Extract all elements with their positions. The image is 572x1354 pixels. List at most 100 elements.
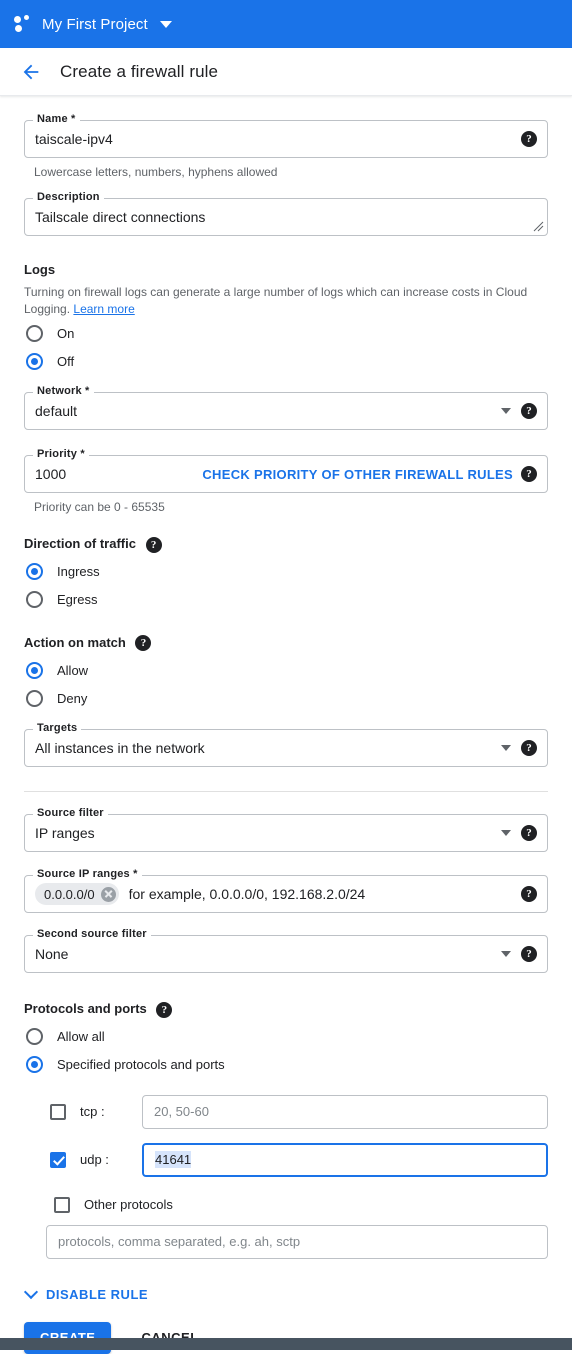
tcp-row: tcp : 20, 50-60: [24, 1094, 548, 1129]
protocols-radio-specified[interactable]: Specified protocols and ports: [24, 1052, 548, 1078]
help-icon[interactable]: ?: [521, 946, 537, 963]
help-icon[interactable]: ?: [521, 403, 537, 419]
source-ip-ranges-label: Source IP ranges *: [33, 868, 142, 881]
tcp-label: tcp :: [80, 1104, 105, 1120]
name-input[interactable]: taiscale-ipv4: [35, 131, 513, 147]
action-radio-allow[interactable]: Allow: [24, 657, 548, 683]
check-priority-button[interactable]: CHECK PRIORITY OF OTHER FIREWALL RULES: [202, 467, 513, 482]
second-source-filter-select-value[interactable]: None: [35, 946, 495, 962]
network-field[interactable]: Network * default ?: [24, 385, 548, 430]
page-header: Create a firewall rule: [0, 48, 572, 96]
footer-bar: [0, 1338, 572, 1350]
disable-rule-label: DISABLE RULE: [46, 1286, 149, 1302]
priority-field-hint: Priority can be 0 - 65535: [34, 500, 165, 514]
action-section: Action on match ?: [24, 635, 548, 652]
direction-radio-egress[interactable]: Egress: [24, 587, 548, 613]
priority-field[interactable]: Priority * 1000 CHECK PRIORITY OF OTHER …: [24, 448, 548, 493]
close-circle-icon[interactable]: [100, 886, 116, 902]
radio-icon[interactable]: [26, 1028, 43, 1046]
help-icon[interactable]: ?: [156, 1001, 173, 1018]
disable-rule-toggle[interactable]: DISABLE RULE: [23, 1285, 548, 1302]
source-filter-label: Source filter: [33, 807, 108, 820]
description-input[interactable]: Tailscale direct connections: [35, 209, 537, 225]
other-protocols-label: Other protocols: [84, 1197, 173, 1213]
chevron-down-icon[interactable]: [501, 951, 511, 958]
logs-radio-on-label: On: [57, 325, 75, 341]
action-radio-deny-label: Deny: [57, 690, 88, 706]
udp-ports-input[interactable]: 41641: [142, 1142, 548, 1177]
logs-radio-off[interactable]: Off: [24, 348, 548, 374]
protocols-section-title: Protocols and ports: [24, 1001, 147, 1017]
radio-selected-icon[interactable]: [26, 1056, 43, 1074]
radio-selected-icon[interactable]: [26, 563, 43, 581]
description-field-label: Description: [33, 191, 104, 203]
resize-grip-icon[interactable]: [532, 220, 544, 232]
arrow-left-icon[interactable]: [20, 61, 42, 83]
other-protocols-checkbox[interactable]: [54, 1196, 70, 1213]
protocols-radio-specified-label: Specified protocols and ports: [57, 1057, 225, 1073]
protocols-section: Protocols and ports ?: [24, 1001, 548, 1018]
help-icon[interactable]: ?: [521, 886, 537, 903]
help-icon[interactable]: ?: [521, 825, 537, 842]
name-field-hint: Lowercase letters, numbers, hyphens allo…: [34, 165, 278, 179]
radio-selected-icon[interactable]: [26, 352, 43, 370]
source-filter-select-value[interactable]: IP ranges: [35, 825, 495, 841]
chevron-down-icon[interactable]: [159, 20, 172, 28]
help-icon[interactable]: ?: [135, 635, 152, 652]
second-source-filter-field[interactable]: Second source filter None ?: [24, 928, 548, 974]
udp-ports-value: 41641: [155, 1151, 192, 1169]
radio-selected-icon[interactable]: [26, 661, 43, 679]
chevron-down-icon[interactable]: [501, 745, 511, 752]
direction-radio-ingress[interactable]: Ingress: [24, 559, 548, 585]
form-content: Name * taiscale-ipv4 ? Lowercase letters…: [0, 96, 572, 1354]
priority-input[interactable]: 1000: [35, 466, 202, 482]
learn-more-link[interactable]: Learn more: [73, 302, 134, 316]
help-icon[interactable]: ?: [521, 740, 537, 757]
action-radio-allow-label: Allow: [57, 662, 89, 678]
project-selector-label[interactable]: My First Project: [42, 16, 148, 33]
name-field-label: Name *: [33, 113, 80, 125]
chevron-down-icon[interactable]: [501, 830, 511, 837]
other-protocols-row: Other protocols: [24, 1196, 548, 1213]
chevron-down-icon[interactable]: [501, 408, 511, 414]
logs-radio-on[interactable]: On: [24, 320, 548, 346]
radio-icon[interactable]: [26, 689, 43, 707]
radio-icon[interactable]: [26, 591, 43, 609]
network-select-value[interactable]: default: [35, 403, 495, 419]
targets-field[interactable]: Targets All instances in the network ?: [24, 722, 548, 768]
protocols-radio-allow-all-label: Allow all: [57, 1029, 105, 1045]
other-protocols-input[interactable]: protocols, comma separated, e.g. ah, sct…: [46, 1224, 548, 1259]
chevron-down-icon: [23, 1285, 39, 1300]
network-field-label: Network *: [33, 385, 94, 397]
name-field[interactable]: Name * taiscale-ipv4 ?: [24, 113, 548, 158]
logs-section-title: Logs: [24, 262, 56, 277]
tcp-ports-input[interactable]: 20, 50-60: [142, 1094, 548, 1129]
description-field[interactable]: Description Tailscale direct connections: [24, 191, 548, 236]
app-bar: My First Project: [0, 0, 572, 48]
source-ip-ranges-field[interactable]: Source IP ranges * 0.0.0.0/0 for example…: [24, 868, 548, 914]
project-dots-icon: [14, 14, 34, 34]
targets-select-value[interactable]: All instances in the network: [35, 740, 495, 756]
help-icon[interactable]: ?: [521, 466, 537, 482]
udp-label: udp :: [80, 1152, 109, 1168]
udp-checkbox[interactable]: [50, 1151, 66, 1168]
radio-icon[interactable]: [26, 324, 43, 342]
source-filter-field[interactable]: Source filter IP ranges ?: [24, 807, 548, 853]
source-ip-ranges-input[interactable]: for example, 0.0.0.0/0, 192.168.2.0/24: [129, 886, 513, 902]
targets-field-label: Targets: [33, 722, 82, 735]
section-divider: [24, 791, 548, 793]
action-section-title: Action on match: [24, 634, 126, 650]
protocols-radio-allow-all[interactable]: Allow all: [24, 1024, 548, 1050]
direction-section-title: Direction of traffic: [24, 536, 136, 551]
page-title: Create a firewall rule: [60, 61, 219, 81]
logs-radio-off-label: Off: [57, 353, 75, 369]
action-radio-deny[interactable]: Deny: [24, 685, 548, 711]
priority-field-label: Priority *: [33, 448, 89, 460]
source-ip-chip[interactable]: 0.0.0.0/0: [35, 883, 119, 906]
help-icon[interactable]: ?: [145, 536, 162, 553]
direction-radio-egress-label: Egress: [57, 592, 98, 608]
direction-section: Direction of traffic ?: [24, 536, 548, 553]
help-icon[interactable]: ?: [521, 131, 537, 147]
tcp-checkbox[interactable]: [50, 1103, 66, 1120]
second-source-filter-label: Second source filter: [33, 928, 151, 941]
